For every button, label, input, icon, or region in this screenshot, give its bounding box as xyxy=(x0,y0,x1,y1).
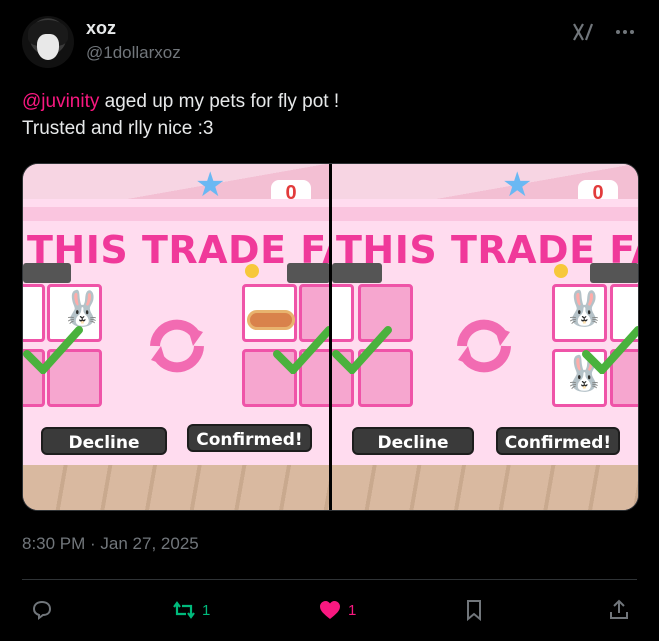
checkmark-icon xyxy=(23,326,83,374)
player-name-tab xyxy=(287,263,329,283)
like-count: 1 xyxy=(348,601,357,619)
swap-icon xyxy=(457,319,511,373)
decline-button[interactable]: Decline xyxy=(41,427,167,455)
avatar[interactable] xyxy=(22,16,74,68)
share-button[interactable] xyxy=(607,594,631,626)
bunny-pet-icon: 🐰 xyxy=(563,290,606,328)
bookmark-button[interactable] xyxy=(462,594,486,626)
reply-icon xyxy=(32,600,52,620)
confirm-button[interactable]: Confirmed! xyxy=(187,424,312,452)
bunny-pet-icon: 🐰 xyxy=(61,290,104,328)
trade-banner: THIS TRADE FAI xyxy=(27,228,329,272)
retweet-button[interactable]: 1 xyxy=(172,594,210,626)
retweet-count: 1 xyxy=(202,601,211,619)
media-image-left[interactable]: ★ 0 THIS TRADE FAI 🐰 Decline Confirmed xyxy=(23,164,329,510)
floor xyxy=(23,465,329,510)
player-name-tab xyxy=(23,263,71,283)
checkmark-icon xyxy=(582,326,638,374)
like-icon xyxy=(320,601,340,619)
star-icon: ★ xyxy=(195,166,226,204)
floor xyxy=(332,465,638,510)
like-button[interactable]: 1 xyxy=(318,594,356,626)
smiley-icon xyxy=(554,264,568,278)
swap-icon xyxy=(150,319,204,373)
media-image-right[interactable]: ★ 0 THIS TRADE FAI 🐰 🐰 Decline Confirm xyxy=(332,164,638,510)
player-name-tab xyxy=(332,263,382,283)
grok-icon[interactable] xyxy=(571,20,595,44)
divider xyxy=(22,579,637,580)
media-grid[interactable]: ★ 0 THIS TRADE FAI 🐰 Decline Confirmed xyxy=(22,163,639,511)
share-icon xyxy=(610,599,628,619)
reply-button[interactable] xyxy=(30,594,60,626)
tweet-text-line-2: Trusted and rlly nice :3 xyxy=(22,118,214,139)
tweet-text: @juvinity aged up my pets for fly pot ! … xyxy=(22,88,622,142)
decline-button[interactable]: Decline xyxy=(352,427,474,455)
action-bar: 1 1 xyxy=(22,594,637,626)
mention-link[interactable]: @juvinity xyxy=(22,91,99,112)
retweet-icon xyxy=(173,601,195,619)
more-icon[interactable] xyxy=(613,20,637,44)
smiley-icon xyxy=(245,264,259,278)
tweet-text-rest: aged up my pets for fly pot ! xyxy=(99,91,340,112)
player-name-tab xyxy=(590,263,638,283)
checkmark-icon xyxy=(273,326,329,374)
avatar-face xyxy=(37,34,59,60)
bookmark-icon xyxy=(467,600,481,622)
confirm-button[interactable]: Confirmed! xyxy=(496,427,620,455)
tweet-text-line-1: @juvinity aged up my pets for fly pot ! xyxy=(22,88,622,115)
tweet-header: xoz @1dollarxoz xyxy=(22,12,637,72)
display-name[interactable]: xoz xyxy=(86,18,116,39)
checkmark-icon xyxy=(332,326,392,374)
handle[interactable]: @1dollarxoz xyxy=(86,43,181,63)
star-icon: ★ xyxy=(502,166,533,204)
timestamp[interactable]: 8:30 PM · Jan 27, 2025 xyxy=(22,534,199,554)
